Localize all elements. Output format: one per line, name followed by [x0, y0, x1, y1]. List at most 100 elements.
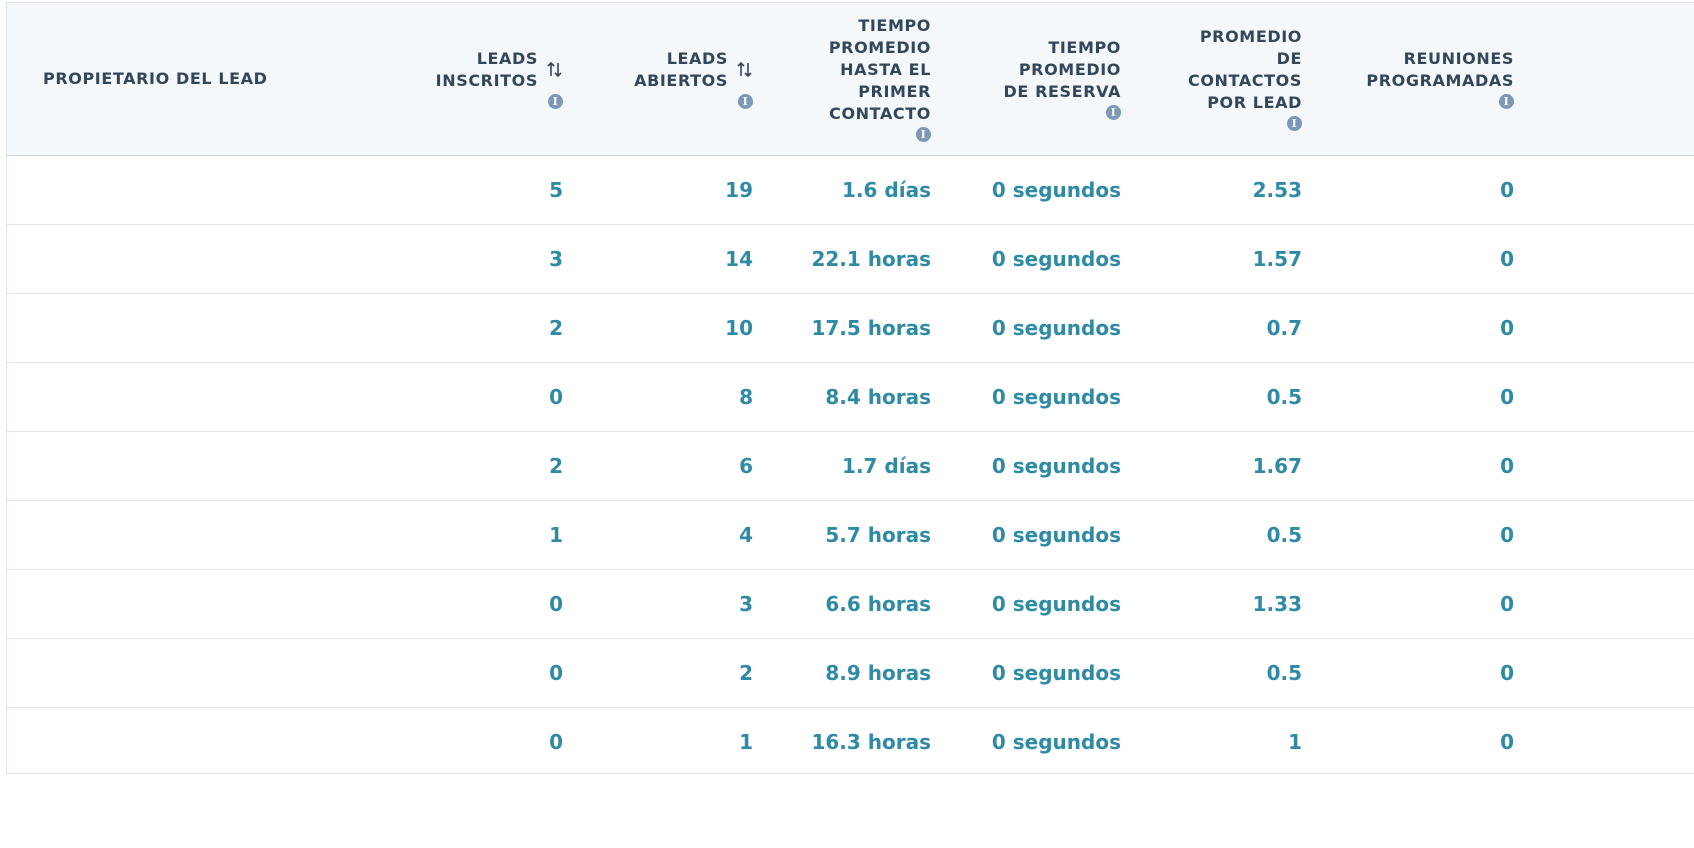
- cell-lead-owner: [7, 638, 307, 708]
- cell-lead-owner: [7, 224, 307, 294]
- cell-meetings-scheduled[interactable]: 0: [1302, 293, 1514, 363]
- cell-avg-time-first-contact[interactable]: 5.7 horas: [753, 500, 931, 570]
- cell-leads-open[interactable]: 10: [563, 293, 753, 363]
- cell-meetings-scheduled[interactable]: 0: [1302, 362, 1514, 432]
- leads-report-table: PROPIETARIO DEL LEAD LEADS INSCRITOS i: [7, 3, 1694, 773]
- cell-avg-booking-time[interactable]: 0 segundos: [931, 293, 1121, 363]
- sort-icon[interactable]: [546, 61, 563, 78]
- cell-meetings-scheduled[interactable]: 0: [1302, 500, 1514, 570]
- header-label: LEADS INSCRITOS: [435, 49, 538, 91]
- cell-leads-enrolled[interactable]: 2: [307, 431, 563, 501]
- cell-avg-time-first-contact[interactable]: 8.4 horas: [753, 362, 931, 432]
- info-icon[interactable]: i: [1287, 116, 1302, 132]
- cell-avg-time-first-contact[interactable]: 1.7 días: [753, 431, 931, 501]
- header-row: PROPIETARIO DEL LEAD LEADS INSCRITOS i: [7, 3, 1694, 156]
- cell-overflow: [1514, 707, 1694, 773]
- cell-leads-open[interactable]: 1: [563, 707, 753, 773]
- header-meetings-scheduled: REUNIONES PROGRAMADAS i: [1302, 3, 1514, 156]
- cell-lead-owner: [7, 569, 307, 639]
- header-label: LEADS ABIERTOS: [634, 49, 728, 91]
- cell-meetings-scheduled[interactable]: 0: [1302, 431, 1514, 501]
- cell-avg-time-first-contact[interactable]: 17.5 horas: [753, 293, 931, 363]
- cell-avg-time-first-contact[interactable]: 22.1 horas: [753, 224, 931, 294]
- cell-avg-booking-time[interactable]: 0 segundos: [931, 500, 1121, 570]
- cell-avg-booking-time[interactable]: 0 segundos: [931, 362, 1121, 432]
- cell-avg-contacts-per-lead[interactable]: 1.33: [1121, 569, 1302, 639]
- cell-leads-enrolled[interactable]: 3: [307, 224, 563, 294]
- table-row: 1 4 5.7 horas 0 segundos 0.5 0: [7, 500, 1694, 570]
- table-row: 0 1 16.3 horas 0 segundos 1 0: [7, 707, 1694, 773]
- cell-avg-booking-time[interactable]: 0 segundos: [931, 431, 1121, 501]
- cell-leads-enrolled[interactable]: 1: [307, 500, 563, 570]
- cell-overflow: [1514, 293, 1694, 363]
- cell-avg-booking-time[interactable]: 0 segundos: [931, 638, 1121, 708]
- info-icon[interactable]: i: [1106, 105, 1121, 121]
- cell-lead-owner: [7, 707, 307, 773]
- cell-lead-owner: [7, 362, 307, 432]
- cell-overflow: [1514, 569, 1694, 639]
- cell-leads-enrolled[interactable]: 2: [307, 293, 563, 363]
- header-label: TIEMPO PROMEDIO DE RESERVA: [1003, 38, 1121, 102]
- info-icon[interactable]: i: [916, 127, 931, 143]
- cell-overflow: [1514, 638, 1694, 708]
- cell-leads-open[interactable]: 19: [563, 155, 753, 225]
- header-avg-time-to-first-contact: TIEMPO PROMEDIO HASTA EL PRIMER CONTACTO…: [753, 3, 931, 156]
- cell-avg-contacts-per-lead[interactable]: 0.7: [1121, 293, 1302, 363]
- cell-avg-contacts-per-lead[interactable]: 1.57: [1121, 224, 1302, 294]
- cell-leads-enrolled[interactable]: 0: [307, 569, 563, 639]
- info-icon[interactable]: i: [738, 94, 753, 110]
- sort-icon[interactable]: [736, 61, 753, 78]
- table-row: 2 6 1.7 días 0 segundos 1.67 0: [7, 431, 1694, 501]
- cell-leads-open[interactable]: 8: [563, 362, 753, 432]
- table-row: 0 3 6.6 horas 0 segundos 1.33 0: [7, 569, 1694, 639]
- info-icon[interactable]: i: [548, 94, 563, 110]
- cell-meetings-scheduled[interactable]: 0: [1302, 638, 1514, 708]
- cell-lead-owner: [7, 155, 307, 225]
- cell-avg-contacts-per-lead[interactable]: 1: [1121, 707, 1302, 773]
- header-avg-contacts-per-lead: PROMEDIO DE CONTACTOS POR LEAD i: [1121, 3, 1302, 156]
- cell-meetings-scheduled[interactable]: 0: [1302, 155, 1514, 225]
- cell-lead-owner: [7, 500, 307, 570]
- table-row: 0 2 8.9 horas 0 segundos 0.5 0: [7, 638, 1694, 708]
- cell-overflow: [1514, 500, 1694, 570]
- cell-avg-contacts-per-lead[interactable]: 1.67: [1121, 431, 1302, 501]
- cell-avg-contacts-per-lead[interactable]: 0.5: [1121, 638, 1302, 708]
- cell-avg-booking-time[interactable]: 0 segundos: [931, 155, 1121, 225]
- header-avg-booking-time: TIEMPO PROMEDIO DE RESERVA i: [931, 3, 1121, 156]
- header-label: PROMEDIO DE CONTACTOS POR LEAD: [1188, 27, 1302, 113]
- header-leads-open[interactable]: LEADS ABIERTOS i: [563, 3, 753, 156]
- cell-leads-open[interactable]: 4: [563, 500, 753, 570]
- cell-avg-time-first-contact[interactable]: 1.6 días: [753, 155, 931, 225]
- cell-avg-contacts-per-lead[interactable]: 0.5: [1121, 362, 1302, 432]
- cell-avg-booking-time[interactable]: 0 segundos: [931, 707, 1121, 773]
- cell-leads-open[interactable]: 2: [563, 638, 753, 708]
- header-lead-owner: PROPIETARIO DEL LEAD: [7, 3, 307, 156]
- table-row: 5 19 1.6 días 0 segundos 2.53 0: [7, 155, 1694, 225]
- cell-leads-open[interactable]: 3: [563, 569, 753, 639]
- table-row: 3 14 22.1 horas 0 segundos 1.57 0: [7, 224, 1694, 294]
- leads-report-table-container: PROPIETARIO DEL LEAD LEADS INSCRITOS i: [6, 2, 1694, 774]
- cell-avg-time-first-contact[interactable]: 16.3 horas: [753, 707, 931, 773]
- cell-meetings-scheduled[interactable]: 0: [1302, 707, 1514, 773]
- cell-avg-time-first-contact[interactable]: 6.6 horas: [753, 569, 931, 639]
- header-label: PROPIETARIO DEL LEAD: [43, 68, 268, 88]
- cell-leads-open[interactable]: 6: [563, 431, 753, 501]
- cell-avg-booking-time[interactable]: 0 segundos: [931, 569, 1121, 639]
- table-body: 5 19 1.6 días 0 segundos 2.53 0 3 14 22.1 horas 0…: [7, 155, 1694, 773]
- header-leads-enrolled[interactable]: LEADS INSCRITOS i: [307, 3, 563, 156]
- cell-meetings-scheduled[interactable]: 0: [1302, 569, 1514, 639]
- cell-leads-open[interactable]: 14: [563, 224, 753, 294]
- header-label: TIEMPO PROMEDIO HASTA EL PRIMER CONTACTO: [828, 16, 931, 124]
- cell-lead-owner: [7, 431, 307, 501]
- cell-avg-contacts-per-lead[interactable]: 2.53: [1121, 155, 1302, 225]
- header-overflow: [1514, 3, 1694, 156]
- cell-leads-enrolled[interactable]: 0: [307, 707, 563, 773]
- cell-meetings-scheduled[interactable]: 0: [1302, 224, 1514, 294]
- cell-avg-booking-time[interactable]: 0 segundos: [931, 224, 1121, 294]
- cell-leads-enrolled[interactable]: 0: [307, 638, 563, 708]
- cell-leads-enrolled[interactable]: 0: [307, 362, 563, 432]
- cell-avg-contacts-per-lead[interactable]: 0.5: [1121, 500, 1302, 570]
- info-icon[interactable]: i: [1499, 94, 1514, 110]
- cell-leads-enrolled[interactable]: 5: [307, 155, 563, 225]
- cell-avg-time-first-contact[interactable]: 8.9 horas: [753, 638, 931, 708]
